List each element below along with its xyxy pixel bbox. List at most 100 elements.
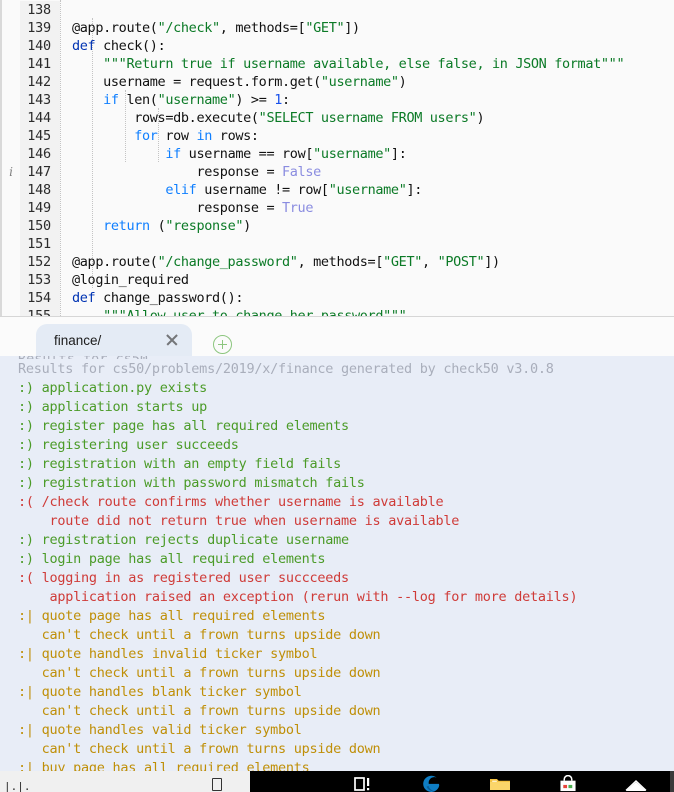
info-marker-icon[interactable]: i [2,163,20,181]
close-icon[interactable] [164,332,180,348]
terminal-output[interactable]: Results for cs50 Results for cs50/proble… [0,356,674,771]
line-number: 138 [20,1,60,19]
code-line[interactable]: 144 rows=db.execute("SELECT username FRO… [2,109,674,127]
edge-icon [423,775,440,792]
terminal-tab-finance[interactable]: finance/ [36,324,192,356]
code-token: ) >= [235,92,275,108]
code-line[interactable]: 150 return ("response") [2,217,674,235]
line-number: 139 [20,19,60,37]
code-token: ( [149,218,166,234]
line-number: 155 [20,307,60,316]
code-text: return ("response") [60,217,674,235]
code-line[interactable]: 153 @login_required [2,271,674,289]
code-line[interactable]: 140 def check(): [2,37,674,55]
code-token: if [103,92,119,108]
code-editor-pane[interactable]: 138 139 @app.route("/check", methods=["GET… [0,0,674,316]
line-number: 146 [20,145,60,163]
line-number: 149 [20,199,60,217]
line-number: 147 [20,163,60,181]
code-line[interactable]: i 147 response = False [2,163,674,181]
taskbar-item-mail[interactable] [602,771,670,792]
code-line[interactable]: 139 @app.route("/check", methods=["GET"]) [2,19,674,37]
code-token: "username" [320,74,399,90]
code-token: False [282,164,321,180]
plus-circle-icon[interactable] [213,335,232,354]
taskbar-left-overflow: |.|. [0,771,250,792]
tablet-icon[interactable] [212,778,222,791]
terminal-line-pass: :) registering user succeeds [18,437,239,453]
code-text: @app.route("/change_password", methods=[… [60,253,674,271]
line-number: 150 [20,217,60,235]
code-text: @app.route("/check", methods=["GET"]) [60,19,674,37]
code-token: "/check" [157,20,221,36]
code-line[interactable]: 143 if len("username") >= 1: [2,91,674,109]
terminal-line-skip: :| quote handles blank ticker symbol [18,684,302,700]
code-token: ) [398,74,407,90]
code-line[interactable]: 142 username = request.form.get("usernam… [2,73,674,91]
code-token: ) [476,110,485,126]
taskbar-item-chrome[interactable] [670,771,674,792]
taskbar-item-file-explorer[interactable] [466,771,534,792]
code-token: elif [165,182,197,198]
code-token: return [103,218,150,234]
code-token: username = request.form.get( [72,74,321,90]
code-line[interactable]: 155 """Allow user to change her password… [2,307,674,316]
code-line[interactable]: 141 """Return true if username available… [2,55,674,73]
code-text: response = True [60,199,674,217]
code-token: @login_required [72,272,189,288]
code-token: , [422,254,438,270]
mail-icon [625,780,647,791]
code-line[interactable]: 152 @app.route("/change_password", method… [2,253,674,271]
taskbar-item-task-view[interactable] [330,771,398,792]
taskbar-item-microsoft-store[interactable] [534,771,602,792]
code-text: if username == row["username"]: [60,145,674,163]
terminal-line-fail: route did not return true when username … [18,513,460,529]
code-line[interactable]: 151 [2,235,674,253]
code-text: def check(): [60,37,674,55]
terminal-line-skip: can't check until a frown turns upside d… [18,627,381,643]
code-line[interactable]: 138 [2,1,674,19]
code-token: check(): [95,38,166,54]
code-token: rows=db.execute( [72,110,259,126]
code-line[interactable]: 145 for row in rows: [2,127,674,145]
terminal-line-skip: can't check until a frown turns upside d… [18,741,381,757]
code-line[interactable]: 154 def change_password(): [2,289,674,307]
terminal-panel: finance/ Results for cs50 Results for cs… [0,316,674,771]
line-number: 141 [20,55,60,73]
code-line[interactable]: 149 response = True [2,199,674,217]
line-number: 154 [20,289,60,307]
terminal-clipped-line: Results for cs50 [18,356,148,359]
taskbar-item-edge[interactable] [398,771,466,792]
terminal-line-head: Results for cs50/problems/2019/x/finance… [18,361,554,377]
microsoft-store-icon [560,775,576,792]
code-line[interactable]: 146 if username == row["username"]: [2,145,674,163]
terminal-line-list: Results for cs50/problems/2019/x/finance… [0,360,674,771]
line-number: 145 [20,127,60,145]
code-token: if [165,146,181,162]
terminal-tabbar: finance/ [0,317,674,356]
code-line[interactable]: 148 elif username != row["username"]: [2,181,674,199]
code-token: "GET" [383,254,423,270]
code-token: , methods=[ [219,20,306,36]
code-text: for row in rows: [60,127,674,145]
code-token: change_password(): [95,290,244,306]
code-token: ]) [344,20,360,36]
code-token: "username" [328,182,407,198]
terminal-line-skip: :| quote page has all required elements [18,608,326,624]
code-token: "SELECT username FROM users" [258,110,477,126]
code-token: rows: [212,128,259,144]
code-token: def [72,38,96,54]
code-token: ]: [390,146,407,162]
code-token: """Allow user to change her password""" [72,308,407,316]
terminal-line-pass: :) registration with password mismatch f… [18,475,365,491]
line-number: 148 [20,181,60,199]
file-explorer-icon [490,779,510,790]
code-text: response = False [60,163,674,181]
code-text: if len("username") >= 1: [60,91,674,109]
code-token: @app.route( [72,254,158,270]
terminal-line-skip: :| quote handles valid ticker symbol [18,722,302,738]
taskbar[interactable]: |.|. [0,771,674,792]
